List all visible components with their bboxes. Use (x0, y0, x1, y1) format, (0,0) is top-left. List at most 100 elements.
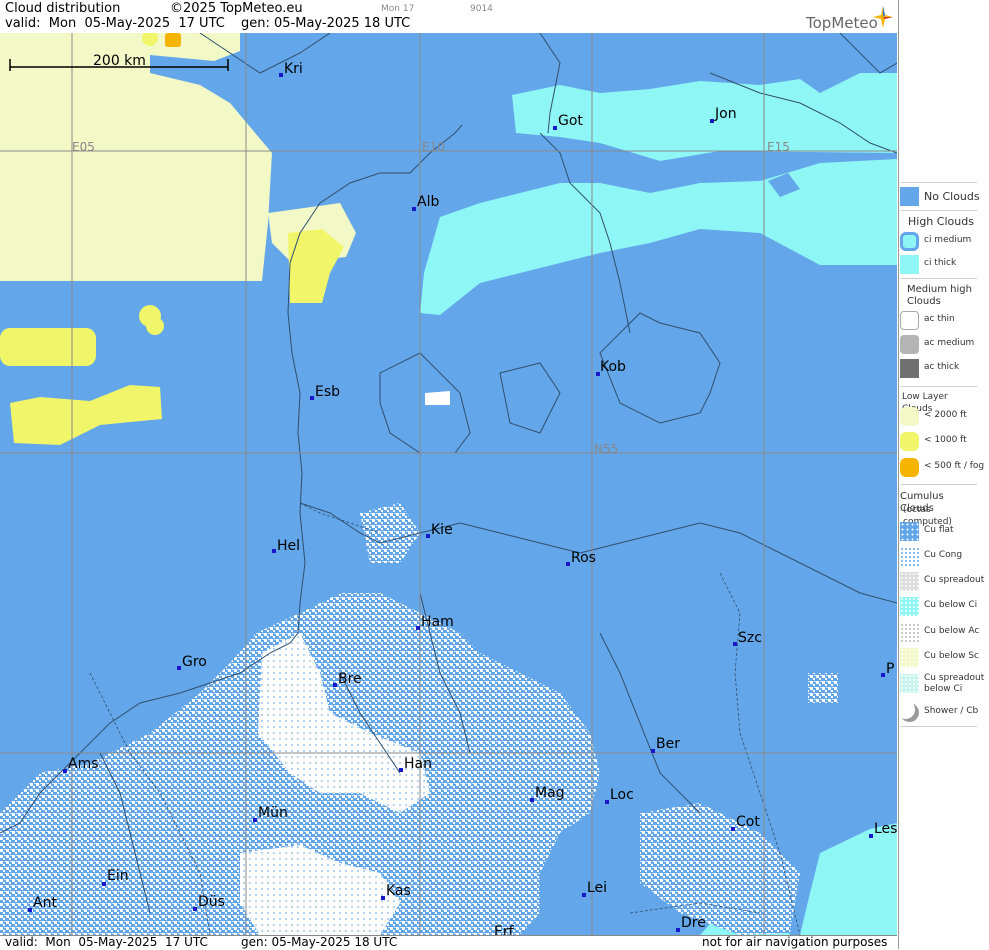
city-dot-kas (381, 896, 385, 900)
legend-ac-medium: ac medium (899, 334, 988, 356)
city-dot-ros (566, 562, 570, 566)
city-dot-lei (582, 893, 586, 897)
legend-cu-spreadout: Cu spreadout (899, 571, 988, 593)
legend-label-ci-medium: ci medium (924, 235, 972, 245)
cloud-map[interactable]: E05 E10 E15 N55 200 km Kri Got Jon Alb K… (0, 33, 897, 935)
city-dot-ham (416, 626, 420, 630)
city-label-lei[interactable]: Lei (587, 880, 607, 896)
legend-label-cu-spreadout: Cu spreadout (924, 575, 985, 585)
city-label-erf[interactable]: Erf (494, 924, 515, 935)
run-code: 9014 (470, 4, 493, 14)
city-label-ham[interactable]: Ham (421, 614, 454, 630)
legend-cu-spreadout-below-ci: Cu spreadout below Ci (899, 673, 988, 699)
cu-below-ac-swatch (900, 623, 919, 642)
legend-ci-medium: ci medium (899, 231, 988, 253)
city-label-loc[interactable]: Loc (610, 787, 634, 803)
city-dot-kri (279, 73, 283, 77)
city-dot-ein (102, 882, 106, 886)
legend-no-clouds: No Clouds (899, 186, 988, 208)
city-label-kri[interactable]: Kri (284, 61, 303, 77)
ac-thick-swatch (900, 359, 919, 378)
map-title: Cloud distribution (5, 1, 121, 16)
city-dot-mag (530, 798, 534, 802)
city-label-dre[interactable]: Dre (681, 915, 706, 931)
legend-divider (901, 210, 977, 211)
city-label-ein[interactable]: Ein (107, 868, 129, 884)
legend-label-cu-below-ci: Cu below Ci (924, 600, 978, 610)
city-label-cot[interactable]: Cot (736, 814, 760, 830)
city-dot-kie (426, 534, 430, 538)
legend-label-ci-thick: ci thick (924, 258, 957, 268)
city-dot-les (869, 834, 873, 838)
legend-fog: < 500 ft / fog (899, 457, 988, 479)
city-label-bre[interactable]: Bre (338, 671, 362, 687)
city-label-ams[interactable]: Ams (68, 756, 99, 772)
legend-cu-below-ci: Cu below Ci (899, 596, 988, 618)
cu-spreadout-below-ci-swatch (900, 674, 919, 693)
grid-label-n55: N55 (594, 442, 618, 456)
city-dot-han (399, 768, 403, 772)
city-dot-dus (193, 907, 197, 911)
fog-area (165, 33, 181, 47)
legend-cu-cong: Cu Cong (899, 546, 988, 568)
city-label-les[interactable]: Les (874, 821, 897, 837)
cumulus-area (0, 391, 838, 935)
ci-thick-swatch (900, 255, 919, 274)
legend-label-shower: Shower / Cb (924, 706, 979, 716)
grid-label-e05: E05 (72, 140, 95, 154)
city-label-got[interactable]: Got (558, 113, 583, 129)
legend-ci-thick: ci thick (899, 254, 988, 276)
city-label-ber[interactable]: Ber (656, 736, 680, 752)
legend-divider (901, 726, 977, 727)
city-label-ros[interactable]: Ros (571, 550, 596, 566)
city-dot-gro (177, 666, 181, 670)
topmeteo-logo: TopMeteo (806, 14, 878, 32)
city-dot-cot (731, 827, 735, 831)
valid-time: valid: Mon 05-May-2025 17 UTC (5, 16, 225, 31)
city-label-ant[interactable]: Ant (33, 895, 57, 911)
city-dot-ant (28, 908, 32, 912)
city-dot-ber (651, 749, 655, 753)
ci-medium-swatch (900, 232, 919, 251)
legend-cu-below-ac: Cu below Ac (899, 622, 988, 644)
city-label-mag[interactable]: Mag (535, 785, 565, 801)
legend-divider (901, 182, 977, 183)
city-label-han[interactable]: Han (404, 756, 432, 772)
city-dot-alb (412, 207, 416, 211)
legend-label-ac-medium: ac medium (924, 338, 975, 348)
city-label-jon[interactable]: Jon (714, 106, 737, 122)
legend-low-1000: < 1000 ft (899, 431, 988, 453)
legend-divider (901, 278, 977, 279)
no-clouds-swatch (900, 187, 919, 206)
city-label-kob[interactable]: Kob (600, 359, 626, 375)
cu-cong-swatch (900, 547, 919, 566)
legend-label-low-1000: < 1000 ft (924, 435, 967, 445)
footer-disclaimer: not for air navigation purposes (702, 935, 888, 949)
legend-medium-title: Medium high Clouds (907, 284, 972, 307)
city-label-hel[interactable]: Hel (277, 538, 300, 554)
legend-label-low-2000: < 2000 ft (924, 410, 967, 420)
legend-label-ac-thick: ac thick (924, 362, 960, 372)
city-label-szc[interactable]: Szc (738, 630, 762, 646)
city-label-alb[interactable]: Alb (417, 194, 439, 210)
city-label-p[interactable]: P (886, 661, 894, 677)
city-dot-got (553, 126, 557, 130)
run-label: Mon 17 (381, 4, 415, 14)
grid-label-e10: E10 (422, 140, 445, 154)
city-dot-loc (605, 800, 609, 804)
city-label-gro[interactable]: Gro (182, 654, 207, 670)
city-label-mun[interactable]: Mün (258, 805, 288, 821)
city-label-esb[interactable]: Esb (315, 384, 340, 400)
legend-label-ac-thin: ac thin (924, 314, 955, 324)
legend-divider (901, 386, 977, 387)
legend-cu-flat: Cu flat (899, 521, 988, 543)
city-label-kie[interactable]: Kie (431, 522, 453, 538)
city-dot-jon (710, 119, 714, 123)
city-label-dus[interactable]: Düs (198, 894, 225, 910)
cu-below-ci-swatch (900, 597, 919, 616)
legend-label-cu-below-ac: Cu below Ac (924, 626, 980, 636)
city-label-kas[interactable]: Kas (386, 883, 411, 899)
fog-swatch (900, 458, 919, 477)
cu-below-sc-swatch (900, 648, 919, 667)
compass-star-icon (873, 6, 893, 28)
